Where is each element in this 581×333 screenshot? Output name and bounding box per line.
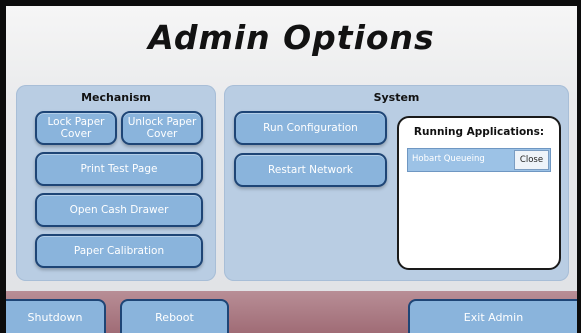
paper-calibration-button[interactable]: Paper Calibration xyxy=(35,234,203,268)
reboot-button[interactable]: Reboot xyxy=(120,299,229,333)
mechanism-panel: Mechanism Lock Paper Cover Unlock Paper … xyxy=(16,85,216,281)
shutdown-button[interactable]: Shutdown xyxy=(6,299,106,333)
running-app-row[interactable]: Hobart Queueing Close xyxy=(407,148,551,172)
running-applications-heading: Running Applications: xyxy=(413,126,545,138)
system-panel: System Run Configuration Restart Network… xyxy=(224,85,569,281)
close-app-button[interactable]: Close xyxy=(514,150,549,170)
mechanism-heading: Mechanism xyxy=(81,91,151,104)
running-applications-box: Running Applications: Hobart Queueing Cl… xyxy=(397,116,561,270)
restart-network-button[interactable]: Restart Network xyxy=(234,153,387,187)
page-title: Admin Options xyxy=(148,18,435,57)
unlock-paper-cover-button[interactable]: Unlock Paper Cover xyxy=(121,111,203,145)
exit-admin-button[interactable]: Exit Admin xyxy=(408,299,577,333)
footer-bar: Shutdown Reboot Exit Admin xyxy=(6,291,577,333)
print-test-page-button[interactable]: Print Test Page xyxy=(35,152,203,186)
admin-screen: Admin Options Mechanism Lock Paper Cover… xyxy=(6,6,577,333)
system-heading: System xyxy=(373,91,420,104)
open-cash-drawer-button[interactable]: Open Cash Drawer xyxy=(35,193,203,227)
running-app-name: Hobart Queueing xyxy=(412,154,485,164)
run-configuration-button[interactable]: Run Configuration xyxy=(234,111,387,145)
lock-paper-cover-button[interactable]: Lock Paper Cover xyxy=(35,111,117,145)
